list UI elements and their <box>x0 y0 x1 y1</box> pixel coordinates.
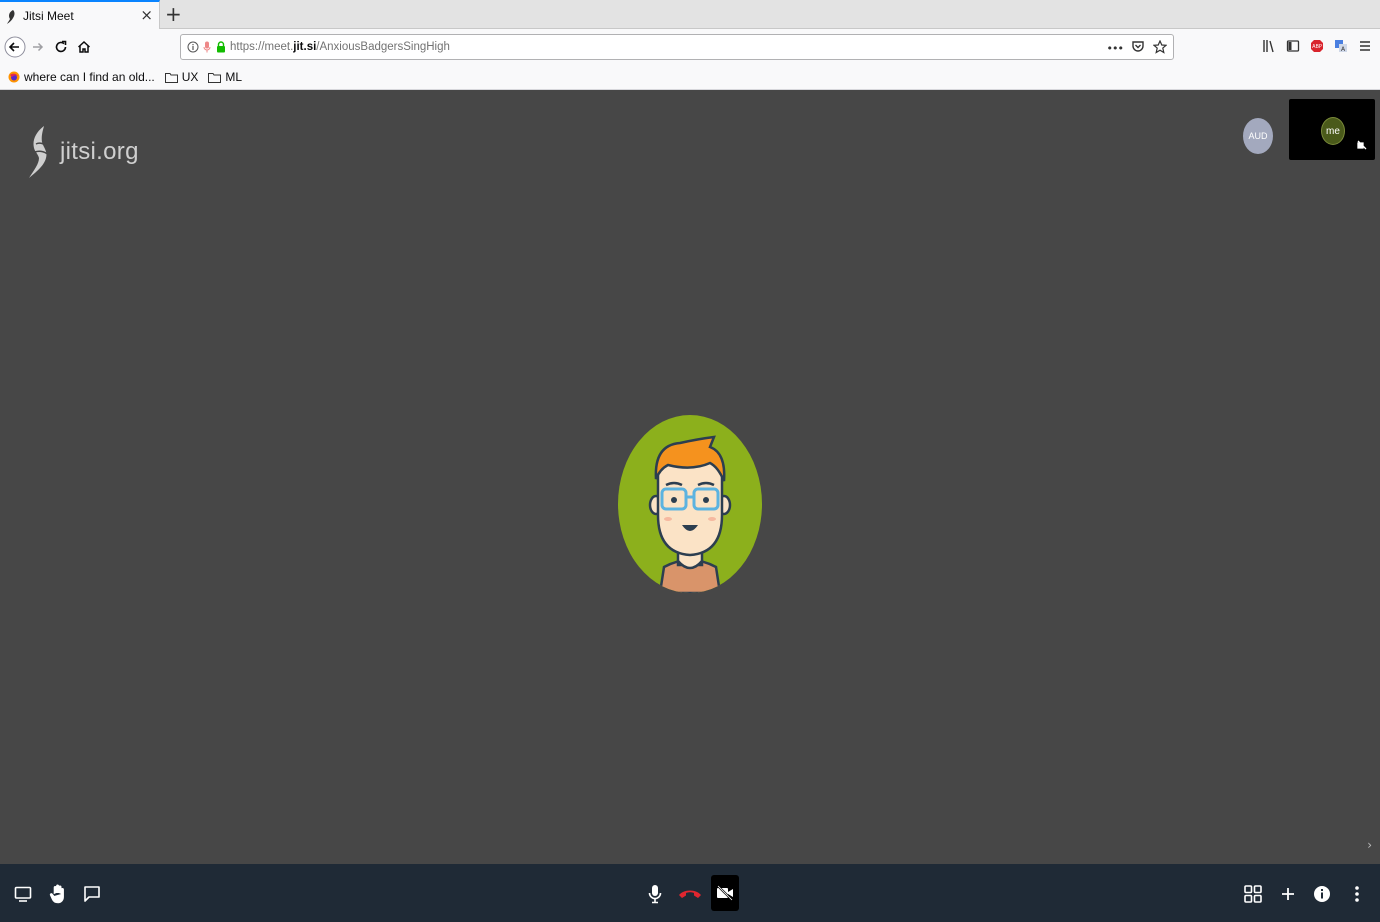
folder-icon <box>164 72 178 83</box>
chat-icon <box>84 886 100 902</box>
microphone-permission-icon[interactable] <box>203 41 211 53</box>
sidebar-icon[interactable] <box>1286 38 1300 57</box>
bookmark-label: where can I find an old... <box>24 70 155 84</box>
secure-lock-icon[interactable] <box>216 41 226 53</box>
new-tab-button[interactable]: + <box>165 3 182 25</box>
conference-stage: jitsi.org AUD me › <box>0 90 1380 864</box>
adblock-plus-icon[interactable]: ABP <box>1310 38 1324 57</box>
local-participant-avatar: me <box>1321 117 1345 145</box>
tab-title: Jitsi Meet <box>23 8 74 23</box>
camera-off-icon <box>717 885 733 901</box>
tile-view-icon <box>1244 885 1262 903</box>
microphone-button[interactable] <box>640 879 670 909</box>
microphone-icon <box>648 885 662 904</box>
back-button[interactable] <box>3 35 27 59</box>
plus-icon <box>1282 888 1294 900</box>
camera-toggle-button[interactable] <box>711 875 739 911</box>
local-video-thumbnail[interactable]: me <box>1289 99 1375 160</box>
jitsi-watermark[interactable]: jitsi.org <box>26 124 139 180</box>
address-bar[interactable]: https://meet.jit.si/AnxiousBadgersSingHi… <box>180 34 1174 60</box>
video-muted-indicator-icon <box>1357 135 1367 154</box>
page-actions-icon[interactable]: ••• <box>1107 42 1124 55</box>
cartoon-person-avatar-icon <box>618 415 762 593</box>
translate-extension-icon[interactable]: A <box>1334 38 1348 57</box>
bookmarks-toolbar: where can I find an old... UX ML <box>0 65 1380 90</box>
folder-icon <box>208 72 222 83</box>
library-icon[interactable] <box>1262 38 1276 57</box>
raise-hand-icon <box>49 884 64 904</box>
pocket-icon[interactable] <box>1131 39 1145 58</box>
menu-hamburger-icon[interactable] <box>1358 38 1372 57</box>
raise-hand-button[interactable] <box>43 879 73 909</box>
info-button[interactable] <box>1307 879 1337 909</box>
jitsi-favicon-icon <box>6 9 18 24</box>
screen-share-button[interactable] <box>8 879 38 909</box>
dominant-speaker-avatar <box>618 415 762 593</box>
reload-button[interactable] <box>49 35 73 59</box>
tab-strip: Jitsi Meet × + <box>0 0 1380 29</box>
navigation-toolbar: https://meet.jit.si/AnxiousBadgersSingHi… <box>0 29 1380 65</box>
tile-view-button[interactable] <box>1238 879 1268 909</box>
svg-text:ABP: ABP <box>1312 44 1322 50</box>
meeting-toolbar <box>0 864 1380 922</box>
bookmark-folder-ux[interactable]: UX <box>164 70 199 84</box>
jitsi-logo-icon <box>29 126 51 178</box>
home-button[interactable] <box>72 35 96 59</box>
url-text[interactable]: https://meet.jit.si/AnxiousBadgersSingHi… <box>230 41 450 53</box>
filmstrip-toggle-icon[interactable]: › <box>1367 838 1372 852</box>
bookmark-folder-ml[interactable]: ML <box>208 70 242 84</box>
more-actions-button[interactable] <box>1342 879 1372 909</box>
bookmark-star-icon[interactable] <box>1152 39 1168 58</box>
info-icon <box>1314 886 1330 902</box>
hangup-button[interactable] <box>675 879 705 909</box>
bookmark-folder-label: ML <box>225 70 243 84</box>
firefox-icon <box>8 71 20 83</box>
bookmark-item[interactable]: where can I find an old... <box>8 70 155 84</box>
chat-button[interactable] <box>77 879 107 909</box>
tab-jitsi-meet[interactable]: Jitsi Meet × <box>0 0 160 29</box>
remote-participant-avatar[interactable]: AUD <box>1243 118 1273 154</box>
tab-close-icon[interactable]: × <box>140 7 153 23</box>
invite-people-button[interactable] <box>1273 879 1303 909</box>
bookmark-folder-label: UX <box>181 70 199 84</box>
more-vertical-icon <box>1355 886 1359 902</box>
site-info-icon[interactable] <box>187 41 199 53</box>
forward-button[interactable] <box>26 35 50 59</box>
screen-share-icon <box>14 886 32 902</box>
logo-text: jitsi.org <box>60 138 139 165</box>
hangup-phone-icon <box>679 890 701 898</box>
